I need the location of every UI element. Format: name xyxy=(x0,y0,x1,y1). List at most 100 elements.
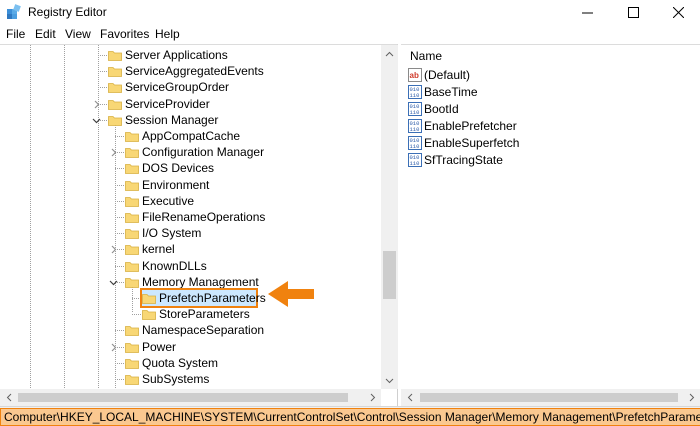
tree-connector-line xyxy=(115,233,124,234)
tree-node-subsystems[interactable]: SubSystems xyxy=(0,371,380,387)
registry-path-address[interactable]: Computer\HKEY_LOCAL_MACHINE\SYSTEM\Curre… xyxy=(0,408,700,426)
registry-value-name: BaseTime xyxy=(424,85,478,99)
folder-icon xyxy=(125,213,139,223)
svg-text:110: 110 xyxy=(410,160,420,167)
registry-value-name: BootId xyxy=(424,102,459,116)
chevron-right-icon[interactable] xyxy=(109,343,118,352)
chevron-right-icon[interactable] xyxy=(92,100,101,109)
registry-value-row[interactable]: 010 110 SfTracingState xyxy=(408,152,608,168)
registry-value-name: EnableSuperfetch xyxy=(424,136,520,150)
chevron-right-icon xyxy=(689,393,694,402)
minimize-icon xyxy=(581,12,593,13)
tree-node-knowndlls[interactable]: KnownDLLs xyxy=(0,258,380,274)
tree-node-label: kernel xyxy=(142,242,175,256)
tree-node-namespaceseparation[interactable]: NamespaceSeparation xyxy=(0,322,380,338)
chevron-left-icon xyxy=(407,393,412,402)
chevron-down-icon[interactable] xyxy=(92,116,101,125)
tree-node-label: StoreParameters xyxy=(159,307,250,321)
values-horizontal-scroll-thumb[interactable] xyxy=(420,393,678,402)
tree-node-executive[interactable]: Executive xyxy=(0,193,380,209)
minimize-button[interactable] xyxy=(564,0,610,24)
menu-view[interactable]: View xyxy=(65,27,91,41)
registry-value-row[interactable]: 010 110 EnablePrefetcher xyxy=(408,118,608,134)
tree-node-servicegrouporder[interactable]: ServiceGroupOrder xyxy=(0,79,380,95)
tree-node-label: Quota System xyxy=(142,356,219,370)
svg-text:ab: ab xyxy=(410,71,419,80)
folder-icon xyxy=(125,148,139,158)
folder-icon xyxy=(125,164,139,174)
tree-vertical-scroll-thumb[interactable] xyxy=(383,251,396,299)
tree-connector-line xyxy=(115,168,124,169)
values-scroll-right-button[interactable] xyxy=(683,389,700,406)
tree-node-storeparameters[interactable]: StoreParameters xyxy=(0,306,380,322)
menu-help[interactable]: Help xyxy=(155,27,180,41)
chevron-right-icon[interactable] xyxy=(109,148,118,157)
tree-node-filerenameoperations[interactable]: FileRenameOperations xyxy=(0,209,380,225)
folder-icon xyxy=(125,278,139,288)
close-button[interactable] xyxy=(655,0,700,24)
tree-connector-line xyxy=(132,314,141,315)
tree-node-serviceprovider[interactable]: ServiceProvider xyxy=(0,96,380,112)
tree-node-label: Environment xyxy=(142,178,210,192)
tree-connector-line xyxy=(115,217,124,218)
binary-value-icon: 010110 xyxy=(408,102,422,116)
chevron-down-icon xyxy=(385,378,394,383)
tree-node-serviceaggregatedevents[interactable]: ServiceAggregatedEvents xyxy=(0,63,380,79)
chevron-right-icon xyxy=(370,393,375,402)
values-scroll-left-button[interactable] xyxy=(401,389,418,406)
tree-vertical-scrollbar[interactable] xyxy=(381,45,398,389)
tree-connector-line xyxy=(115,379,124,380)
tree-connector-line xyxy=(115,136,124,137)
tree-scroll-up-button[interactable] xyxy=(381,45,398,62)
tree-node-label: Server Applications xyxy=(125,48,228,62)
tree-node-kernel[interactable]: kernel xyxy=(0,241,380,257)
tree-node-configuration-manager[interactable]: Configuration Manager xyxy=(0,144,380,160)
tree-node-appcompatcache[interactable]: AppCompatCache xyxy=(0,128,380,144)
tree-scroll-left-button[interactable] xyxy=(0,389,17,406)
window-title: Registry Editor xyxy=(28,5,107,19)
tree-node-label: KnownDLLs xyxy=(142,259,207,273)
binary-value-icon: 010110 xyxy=(408,85,422,99)
binary-value-icon: 010110 xyxy=(408,119,422,133)
folder-icon xyxy=(108,116,122,126)
registry-value-row[interactable]: ab (Default) xyxy=(408,67,608,83)
tree-node-quota-system[interactable]: Quota System xyxy=(0,355,380,371)
folder-icon xyxy=(125,132,139,142)
registry-editor-icon xyxy=(7,4,21,19)
menu-bar: File Edit View Favorites Help xyxy=(0,24,700,44)
tree-node-server-applications[interactable]: Server Applications xyxy=(0,47,380,63)
annotation-arrow-icon xyxy=(268,281,314,307)
tree-horizontal-scroll-thumb[interactable] xyxy=(18,393,348,402)
tree-connector-line xyxy=(115,185,124,186)
folder-icon xyxy=(108,67,122,77)
tree-scroll-down-button[interactable] xyxy=(381,372,398,389)
tree-node-i-o-system[interactable]: I/O System xyxy=(0,225,380,241)
menu-favorites[interactable]: Favorites xyxy=(100,27,149,41)
tree-node-dos-devices[interactable]: DOS Devices xyxy=(0,160,380,176)
column-header-name[interactable]: Name xyxy=(410,49,442,63)
tree-node-label: ServiceAggregatedEvents xyxy=(125,64,264,78)
svg-text:110: 110 xyxy=(410,126,420,133)
tree-node-label: I/O System xyxy=(142,226,202,240)
tree-node-label: Executive xyxy=(142,194,195,208)
registry-value-name: EnablePrefetcher xyxy=(424,119,517,133)
registry-tree-pane[interactable]: Server Applications ServiceAggregatedEven… xyxy=(0,44,398,406)
registry-value-row[interactable]: 010 110 BaseTime xyxy=(408,84,608,100)
menu-edit[interactable]: Edit xyxy=(35,27,56,41)
tree-node-environment[interactable]: Environment xyxy=(0,177,380,193)
registry-value-row[interactable]: 010 110 BootId xyxy=(408,101,608,117)
tree-node-power[interactable]: Power xyxy=(0,339,380,355)
tree-node-label: NamespaceSeparation xyxy=(142,323,265,337)
tree-node-label: Session Manager xyxy=(125,113,219,127)
tree-node-prefetchparameters[interactable]: PrefetchParameters xyxy=(0,288,380,308)
tree-connector-line xyxy=(115,363,124,364)
maximize-button[interactable] xyxy=(610,0,656,24)
tree-node-session-manager[interactable]: Session Manager xyxy=(0,112,380,128)
menu-file[interactable]: File xyxy=(6,27,25,41)
folder-icon xyxy=(125,245,139,255)
registry-value-row[interactable]: 010 110 EnableSuperfetch xyxy=(408,135,608,151)
chevron-right-icon[interactable] xyxy=(109,245,118,254)
chevron-down-icon[interactable] xyxy=(109,278,118,287)
svg-text:110: 110 xyxy=(410,143,420,150)
tree-scroll-right-button[interactable] xyxy=(364,389,381,406)
